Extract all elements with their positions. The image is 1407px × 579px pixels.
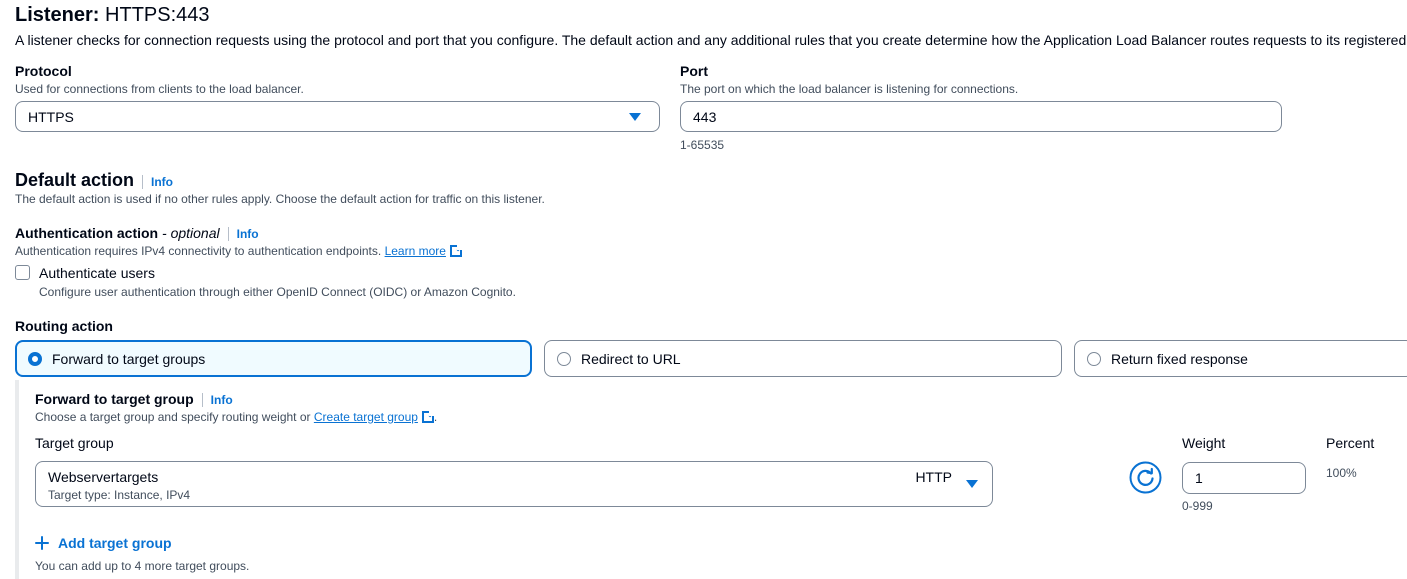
radio-icon [1087, 351, 1101, 366]
weight-label: Weight [1182, 435, 1226, 451]
weight-input[interactable]: 1 [1182, 462, 1306, 494]
radio-selected-icon [28, 351, 42, 366]
authentication-optional: - optional [162, 225, 220, 241]
add-target-group-note: You can add up to 4 more target groups. [35, 559, 250, 573]
target-group-select-content: Webservertargets Target type: Instance, … [48, 469, 915, 502]
forward-section-bar [15, 380, 19, 579]
routing-option-fixed-response-label: Return fixed response [1111, 350, 1248, 367]
authentication-info-link[interactable]: Info [227, 227, 259, 241]
authenticate-users-checkbox[interactable] [15, 265, 30, 280]
target-group-name: Webservertargets [48, 469, 159, 485]
target-group-type: Target type: Instance, IPv4 [48, 488, 191, 502]
authenticate-users-description: Configure user authentication through ei… [39, 285, 516, 299]
percent-value: 100% [1326, 466, 1357, 480]
routing-option-redirect-label: Redirect to URL [581, 350, 681, 367]
forward-description: Choose a target group and specify routin… [35, 409, 437, 424]
add-target-group-button[interactable]: Add target group [35, 535, 172, 551]
external-link-icon [421, 409, 436, 423]
target-group-protocol: HTTP [915, 469, 952, 485]
port-input[interactable]: 443 [680, 101, 1282, 132]
radio-icon [557, 351, 571, 366]
forward-description-text: Choose a target group and specify routin… [35, 410, 311, 424]
authenticate-users-label: Authenticate users [39, 265, 155, 281]
port-constraint: 1-65535 [680, 138, 725, 152]
weight-input-value: 1 [1195, 470, 1203, 486]
protocol-description: Used for connections from clients to the… [15, 82, 304, 96]
create-target-group-link[interactable]: Create target group [314, 410, 418, 424]
chevron-down-icon [966, 480, 978, 488]
percent-label: Percent [1326, 435, 1375, 451]
plus-icon [35, 536, 49, 550]
authentication-description-text: Authentication requires IPv4 connectivit… [15, 244, 382, 258]
default-action-info-link[interactable]: Info [142, 175, 173, 189]
forward-title: Forward to target group [35, 391, 194, 407]
authentication-label: Authentication action [15, 225, 159, 241]
default-action-description: The default action is used if no other r… [15, 192, 545, 206]
protocol-select[interactable]: HTTPS [15, 101, 660, 132]
protocol-label: Protocol [15, 63, 72, 79]
forward-heading: Forward to target group Info [35, 391, 233, 407]
forward-info-link[interactable]: Info [201, 393, 233, 407]
chevron-down-icon [629, 112, 641, 121]
refresh-icon[interactable] [1129, 461, 1162, 494]
target-group-label: Target group [35, 435, 114, 451]
routing-option-redirect[interactable]: Redirect to URL [544, 340, 1062, 377]
port-description: The port on which the load balancer is l… [680, 82, 1019, 96]
default-action-title: Default action [15, 170, 135, 190]
routing-option-forward-label: Forward to target groups [52, 350, 206, 367]
authentication-description: Authentication requires IPv4 connectivit… [15, 243, 464, 258]
routing-option-fixed-response[interactable]: Return fixed response [1074, 340, 1407, 377]
listener-description: A listener checks for connection request… [15, 32, 1407, 48]
port-label: Port [680, 63, 708, 79]
title-prefix: Listener: [15, 4, 100, 26]
title-value: HTTPS:443 [105, 4, 210, 26]
page-title: Listener: HTTPS:443 [15, 4, 210, 27]
authentication-heading: Authentication action - optional Info [15, 225, 259, 241]
protocol-select-value: HTTPS [28, 108, 74, 125]
refresh-icon-svg [1129, 461, 1162, 494]
external-link-icon [449, 243, 464, 257]
add-target-group-label: Add target group [58, 535, 172, 551]
default-action-heading: Default action Info [15, 170, 173, 191]
routing-option-forward[interactable]: Forward to target groups [15, 340, 532, 377]
routing-action-label: Routing action [15, 318, 113, 334]
target-group-select[interactable]: Webservertargets Target type: Instance, … [35, 461, 993, 507]
weight-constraint: 0-999 [1182, 499, 1213, 513]
port-input-value: 443 [693, 108, 717, 125]
learn-more-link[interactable]: Learn more [385, 244, 446, 258]
